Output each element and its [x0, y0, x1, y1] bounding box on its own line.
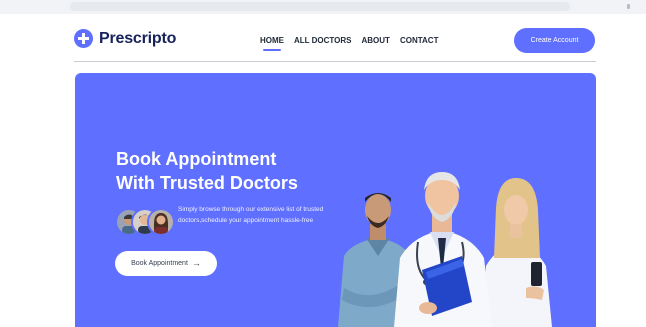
hero-description: Simply browse through our extensive list… — [178, 206, 324, 224]
book-appointment-label: Book Appointment — [131, 260, 188, 267]
book-appointment-button[interactable]: Book Appointment → — [115, 251, 217, 276]
hero-banner: Book Appointment With Trusted Doctors Si… — [75, 73, 596, 327]
doctor-right-figure — [482, 178, 552, 327]
brand-name: Prescripto — [99, 29, 177, 47]
hero-title-line-2: With Trusted Doctors — [116, 173, 298, 193]
doctor-center-figure — [394, 172, 492, 327]
navbar-divider — [74, 61, 596, 62]
browser-address-bar[interactable] — [70, 2, 570, 11]
nav-link-about[interactable]: ABOUT — [361, 36, 389, 45]
brand-logo[interactable]: Prescripto — [74, 29, 176, 48]
avatar — [147, 208, 175, 236]
nav-link-all-doctors[interactable]: ALL DOCTORS — [294, 36, 351, 45]
nav-link-contact[interactable]: CONTACT — [400, 36, 439, 45]
create-account-button[interactable]: Create Account — [514, 28, 595, 53]
navbar: Prescripto HOME ALL DOCTORS ABOUT CONTAC… — [0, 14, 646, 64]
arrow-right-icon: → — [191, 258, 201, 268]
nav-link-home[interactable]: HOME — [260, 36, 284, 51]
main-nav: HOME ALL DOCTORS ABOUT CONTACT — [260, 36, 439, 51]
hero-title: Book Appointment With Trusted Doctors — [116, 147, 298, 195]
doctors-illustration — [330, 138, 570, 327]
browser-menu-icon[interactable] — [627, 4, 630, 9]
hero-title-line-1: Book Appointment — [116, 149, 277, 169]
browser-chrome-bar — [0, 0, 646, 14]
doctors-image — [338, 172, 552, 327]
medical-cross-icon — [74, 29, 93, 48]
doctor-avatar-group — [115, 208, 175, 236]
